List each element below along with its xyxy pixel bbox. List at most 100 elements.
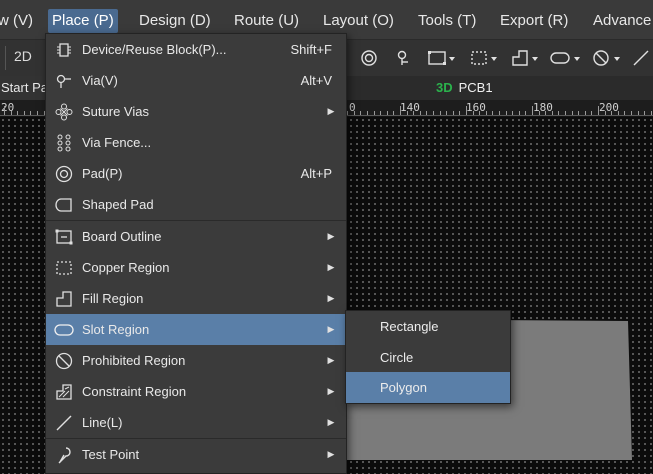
menu-tools[interactable]: Tools (T)	[414, 9, 480, 33]
circle-ring-icon[interactable]	[360, 46, 378, 70]
menu-item-via-fence[interactable]: Via Fence...	[46, 127, 346, 158]
prohibited-icon[interactable]	[592, 46, 622, 70]
menu-item-fill-region[interactable]: Fill Region ▶	[46, 283, 346, 314]
prohibited-region-icon	[46, 352, 82, 370]
shaped-pad-icon	[46, 197, 82, 213]
ruler-tick	[651, 111, 652, 115]
menu-item-suture-vias[interactable]: Suture Vias ▶	[46, 96, 346, 127]
ruler-tick	[380, 111, 381, 115]
ruler-tick	[420, 111, 421, 115]
ruler-tick	[572, 111, 573, 115]
slot-region-submenu: Rectangle Circle Polygon	[345, 310, 511, 404]
submenu-item-rectangle[interactable]: Rectangle	[346, 311, 510, 342]
tab-pcb1-label: PCB1	[458, 80, 493, 95]
menu-item-prohibited-region[interactable]: Prohibited Region ▶	[46, 345, 346, 376]
submenu-item-circle[interactable]: Circle	[346, 342, 510, 373]
menu-item-device-reuse-block[interactable]: Device/Reuse Block(P)... Shift+F	[46, 34, 346, 65]
ruler-tick	[400, 106, 401, 115]
menu-design[interactable]: Design (D)	[135, 9, 215, 33]
ruler-tick	[545, 111, 546, 115]
ruler-tick	[446, 111, 447, 115]
menu-item-line[interactable]: Line(L) ▶	[46, 407, 346, 438]
constraint-region-icon	[46, 383, 82, 401]
ruler-tick	[532, 106, 533, 115]
menu-item-label: Fill Region	[82, 291, 144, 306]
ruler-tick	[479, 111, 480, 115]
ruler-tick	[393, 111, 394, 115]
ruler-tick	[407, 111, 408, 115]
chevron-right-icon: ▶	[327, 262, 335, 272]
menu-item-label: Constraint Region	[82, 384, 187, 399]
ruler-tick	[525, 111, 526, 115]
ruler-tick	[565, 111, 566, 115]
menu-export[interactable]: Export (R)	[496, 9, 572, 33]
pad-icon	[46, 165, 82, 183]
ruler-tick	[591, 111, 592, 115]
fill-region-icon[interactable]	[511, 46, 539, 70]
ruler-tick	[578, 111, 579, 115]
ruler-tick	[354, 111, 355, 115]
menu-item-label: Shaped Pad	[82, 197, 154, 212]
menu-item-pad[interactable]: Pad(P) Alt+P	[46, 158, 346, 189]
place-menu-dropdown: Device/Reuse Block(P)... Shift+F Via(V) …	[45, 33, 347, 474]
chevron-right-icon: ▶	[327, 355, 335, 365]
ruler-tick	[611, 111, 612, 115]
menu-place[interactable]: Place (P)	[48, 9, 118, 33]
ruler-tick	[24, 111, 25, 115]
ruler-tick	[440, 111, 441, 115]
menu-advanced[interactable]: Advance	[589, 9, 653, 33]
ruler-tick	[618, 111, 619, 115]
menu-item-label: Test Point	[82, 447, 140, 462]
tab-start-page[interactable]: Start Pa	[0, 76, 50, 100]
ruler-tick	[552, 111, 553, 115]
ruler-tick	[512, 111, 513, 115]
view-2d-button[interactable]: 2D	[14, 48, 32, 64]
ruler-tick	[499, 111, 500, 115]
ruler-tick	[558, 111, 559, 115]
chevron-right-icon: ▶	[327, 106, 335, 116]
ruler-tick	[492, 111, 493, 115]
line-icon[interactable]	[632, 46, 650, 70]
ruler-tick	[486, 111, 487, 115]
via-fence-icon	[46, 134, 82, 152]
menu-item-test-point[interactable]: Test Point ▶	[46, 439, 346, 470]
slot-region-icon[interactable]	[550, 46, 582, 70]
chevron-right-icon: ▶	[327, 293, 335, 303]
menu-layout[interactable]: Layout (O)	[319, 9, 398, 33]
chevron-right-icon: ▶	[327, 386, 335, 396]
ruler-tick	[644, 111, 645, 115]
menu-item-shaped-pad[interactable]: Shaped Pad	[46, 189, 346, 220]
board-outline-icon[interactable]	[428, 46, 456, 70]
ruler-tick	[360, 111, 361, 115]
ruler-tick	[605, 111, 606, 115]
via-icon[interactable]	[395, 46, 413, 70]
ruler-tick	[638, 111, 639, 115]
submenu-item-polygon[interactable]: Polygon	[346, 372, 510, 403]
menu-item-label: Copper Region	[82, 260, 170, 275]
menu-item-via[interactable]: Via(V) Alt+V	[46, 65, 346, 96]
ruler-label: 180	[533, 101, 553, 114]
ruler-tick	[466, 106, 467, 115]
copper-region-icon[interactable]	[470, 46, 498, 70]
menu-view[interactable]: w (V)	[0, 9, 37, 33]
ruler-tick	[539, 111, 540, 115]
ruler-tick	[30, 111, 31, 115]
menu-item-slot-region[interactable]: Slot Region ▶	[46, 314, 346, 345]
ruler-tick	[426, 111, 427, 115]
ruler-tick	[519, 111, 520, 115]
ruler-tick	[17, 111, 18, 115]
tab-pcb1[interactable]: 3D PCB1	[430, 76, 493, 100]
menu-item-board-outline[interactable]: Board Outline ▶	[46, 221, 346, 252]
menu-item-constraint-region[interactable]: Constraint Region ▶	[46, 376, 346, 407]
ruler-tick	[374, 111, 375, 115]
ruler-tick	[37, 111, 38, 115]
ruler-tick	[347, 111, 348, 115]
menu-item-copper-region[interactable]: Copper Region ▶	[46, 252, 346, 283]
menu-item-shortcut: Alt+V	[300, 73, 332, 88]
ruler-tick	[367, 111, 368, 115]
menu-route[interactable]: Route (U)	[230, 9, 303, 33]
ruler-label: 20	[1, 101, 15, 114]
fill-region-icon	[46, 290, 82, 308]
line-icon	[46, 414, 82, 432]
menu-item-label: Board Outline	[82, 229, 162, 244]
